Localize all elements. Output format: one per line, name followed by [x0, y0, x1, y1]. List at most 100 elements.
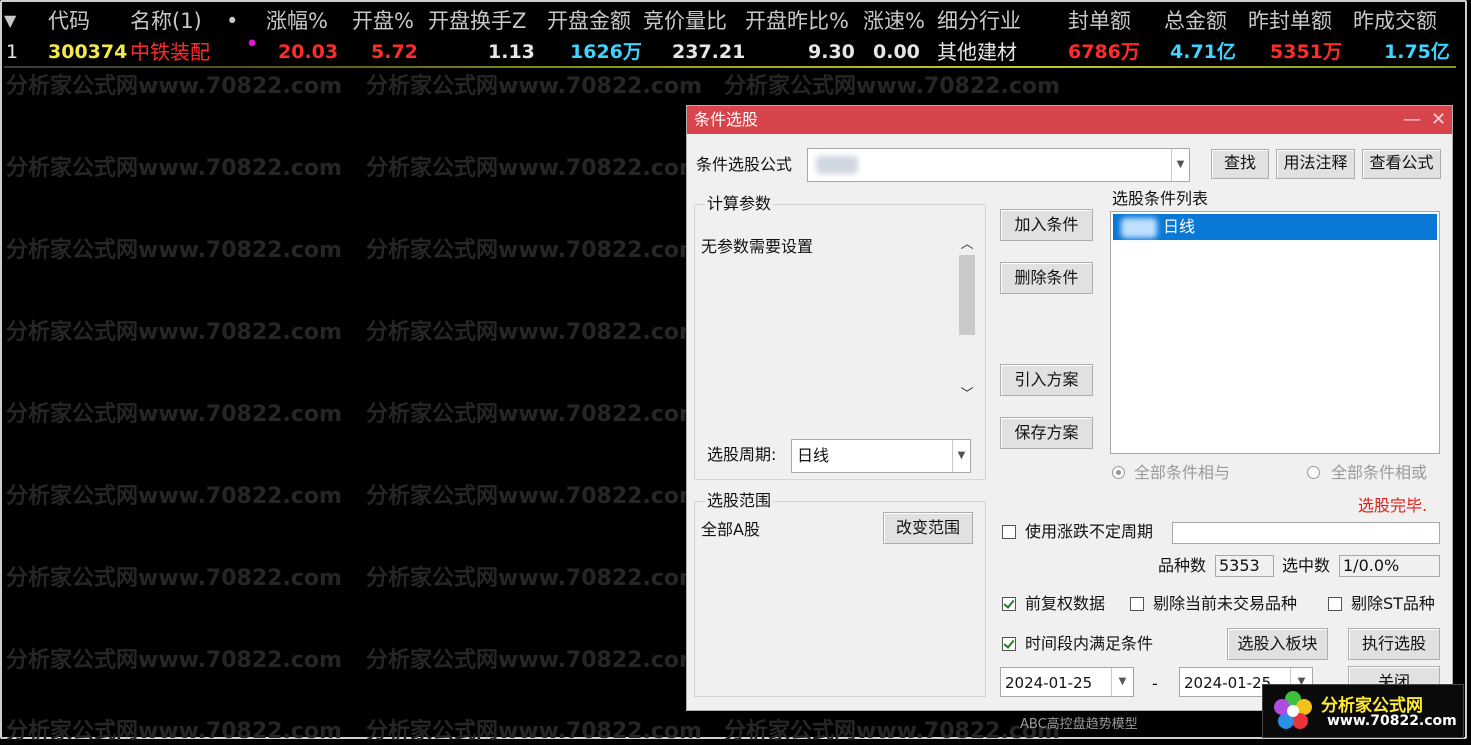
exclude-untraded-checkbox[interactable]: [1130, 597, 1144, 611]
minimize-icon[interactable]: —: [1403, 106, 1421, 134]
logo-url: www.70822.com: [1327, 713, 1457, 729]
blurred-formula-name: [816, 156, 858, 174]
usage-notes-button[interactable]: 用法注释: [1276, 149, 1355, 179]
col-open-amount[interactable]: 开盘金额: [547, 6, 631, 36]
close-icon[interactable]: ✕: [1431, 106, 1446, 134]
view-formula-button[interactable]: 查看公式: [1362, 149, 1441, 179]
time-range-checkbox[interactable]: [1002, 637, 1016, 651]
time-range-label: 时间段内满足条件: [1025, 634, 1154, 653]
params-scrollbar[interactable]: ︿ ﹀: [957, 233, 977, 403]
watermark-text: 分析家公式网www.70822.com: [366, 156, 702, 181]
radio-and-label: 全部条件相与: [1134, 463, 1231, 482]
scroll-up-icon[interactable]: ︿: [959, 233, 975, 252]
add-condition-button[interactable]: 加入条件: [1000, 209, 1093, 241]
period-label: 选股周期:: [707, 445, 777, 464]
col-total-amount[interactable]: 总金额: [1164, 6, 1227, 36]
table-row[interactable]: 1 300374 中铁装配 • 20.03 5.72 1.13 1626万 23…: [0, 33, 1471, 66]
grid-header: ▼ 代码 名称(1) • 涨幅% 开盘% 开盘换手Z 开盘金额 竞价量比 开盘昨…: [0, 6, 1471, 36]
row-index: 1: [6, 41, 19, 63]
params-group-title: 计算参数: [705, 194, 774, 214]
save-plan-button[interactable]: 保存方案: [1000, 417, 1093, 449]
watermark-text: 分析家公式网www.70822.com: [6, 648, 342, 673]
watermark-text: 分析家公式网www.70822.com: [6, 238, 342, 263]
col-open-vs-prev[interactable]: 开盘昨比%: [745, 6, 849, 36]
cell-code: 300374: [48, 41, 128, 63]
chevron-down-icon[interactable]: ▼: [1171, 149, 1189, 181]
cell-auction-ratio: 237.21: [672, 41, 746, 63]
condition-selection-dialog: 条件选股 — ✕ 条件选股公式 ▼ 查找 用法注释 查看公式 计算参数 无参数需…: [686, 105, 1453, 711]
watermark-text: 分析家公式网www.70822.com: [366, 648, 702, 673]
dialog-titlebar[interactable]: 条件选股 — ✕: [687, 106, 1452, 134]
variable-period-input[interactable]: [1172, 522, 1440, 544]
watermark-text: 分析家公式网www.70822.com: [6, 484, 342, 509]
watermark-text: 分析家公式网www.70822.com: [366, 566, 702, 591]
watermark-text: 分析家公式网www.70822.com: [366, 484, 702, 509]
cell-open-pct: 5.72: [371, 41, 418, 63]
watermark-text: 分析家公式网www.70822.com: [366, 402, 702, 427]
radio-or[interactable]: [1307, 466, 1320, 479]
watermark-text: 分析家公式网www.70822.com: [366, 320, 702, 345]
period-select[interactable]: 日线 ▼: [791, 439, 971, 473]
exclude-st-checkbox[interactable]: [1328, 597, 1342, 611]
delete-condition-button[interactable]: 删除条件: [1000, 262, 1093, 294]
import-plan-button[interactable]: 引入方案: [1000, 364, 1093, 396]
scroll-down-icon[interactable]: ﹀: [959, 383, 975, 402]
watermark-text: 分析家公式网www.70822.com: [366, 238, 702, 263]
col-open-pct[interactable]: 开盘%: [352, 6, 414, 36]
select-to-block-button[interactable]: 选股入板块: [1227, 628, 1328, 660]
col-code[interactable]: 代码: [48, 6, 90, 36]
formula-label: 条件选股公式: [696, 155, 793, 174]
params-group: 计算参数 无参数需要设置 ︿ ﹀ 选股周期: 日线 ▼: [694, 194, 986, 480]
change-range-button[interactable]: 改变范围: [883, 512, 973, 544]
col-open-turnover[interactable]: 开盘换手Z: [428, 6, 526, 36]
watermark-text: 分析家公式网www.70822.com: [724, 74, 1060, 99]
scrollbar-thumb[interactable]: [959, 255, 975, 335]
adjusted-data-label: 前复权数据: [1025, 594, 1106, 613]
watermark-text: 分析家公式网www.70822.com: [6, 156, 342, 181]
count-label: 品种数: [1158, 556, 1207, 575]
chevron-down-icon[interactable]: ▼: [1111, 668, 1133, 696]
formula-combobox[interactable]: ▼: [807, 148, 1190, 182]
cell-prev-volume: 1.75亿: [1384, 41, 1450, 63]
col-auction-ratio[interactable]: 竞价量比: [643, 6, 727, 36]
execute-selection-button[interactable]: 执行选股: [1348, 628, 1440, 660]
variable-period-label: 使用涨跌不定周期: [1025, 522, 1154, 541]
col-dot: •: [226, 9, 239, 33]
exclude-st-label: 剔除ST品种: [1351, 594, 1435, 613]
selected-label: 选中数: [1282, 556, 1331, 575]
find-button[interactable]: 查找: [1211, 149, 1269, 179]
col-prev-seal[interactable]: 昨封单额: [1248, 6, 1332, 36]
count-value: 5353: [1219, 556, 1260, 575]
condition-list[interactable]: 日线: [1110, 211, 1440, 454]
watermark-text: 分析家公式网www.70822.com: [6, 566, 342, 591]
cell-seal-amount: 6786万: [1068, 41, 1140, 63]
list-item-label: 日线: [1163, 217, 1196, 236]
status-text: 选股完毕.: [1358, 496, 1428, 515]
list-item[interactable]: 日线: [1113, 214, 1437, 240]
selected-field: 1/0.0%: [1339, 555, 1440, 577]
cell-total-amount: 4.71亿: [1170, 41, 1236, 63]
col-name[interactable]: 名称(1): [130, 6, 202, 36]
date-from-value: 2024-01-25: [1005, 674, 1093, 692]
date-separator: -: [1152, 674, 1158, 693]
adjusted-data-checkbox[interactable]: [1002, 597, 1016, 611]
cell-name: 中铁装配: [130, 40, 210, 64]
variable-period-checkbox[interactable]: [1002, 525, 1016, 539]
col-change[interactable]: 涨幅%: [266, 6, 328, 36]
range-value: 全部A股: [701, 520, 760, 539]
watermark-text: 分析家公式网www.70822.com: [6, 320, 342, 345]
col-seal-amount[interactable]: 封单额: [1068, 6, 1131, 36]
col-industry[interactable]: 细分行业: [937, 6, 1021, 36]
status-bar-text: ABC高控盘趋势模型: [1020, 717, 1138, 732]
col-prev-volume[interactable]: 昨成交额: [1353, 6, 1437, 36]
chevron-down-icon[interactable]: ▼: [952, 440, 970, 472]
flower-logo-icon: [1274, 691, 1312, 729]
cell-prev-seal: 5351万: [1270, 41, 1342, 63]
radio-and[interactable]: [1112, 466, 1125, 479]
date-from-picker[interactable]: 2024-01-25 ▼: [1000, 667, 1134, 697]
watermark-text: 分析家公式网www.70822.com: [6, 74, 342, 99]
sort-arrow-icon[interactable]: ▼: [4, 6, 16, 36]
period-value: 日线: [797, 446, 830, 465]
site-logo: 分析家公式网 www.70822.com: [1262, 684, 1464, 738]
col-speed[interactable]: 涨速%: [863, 6, 925, 36]
